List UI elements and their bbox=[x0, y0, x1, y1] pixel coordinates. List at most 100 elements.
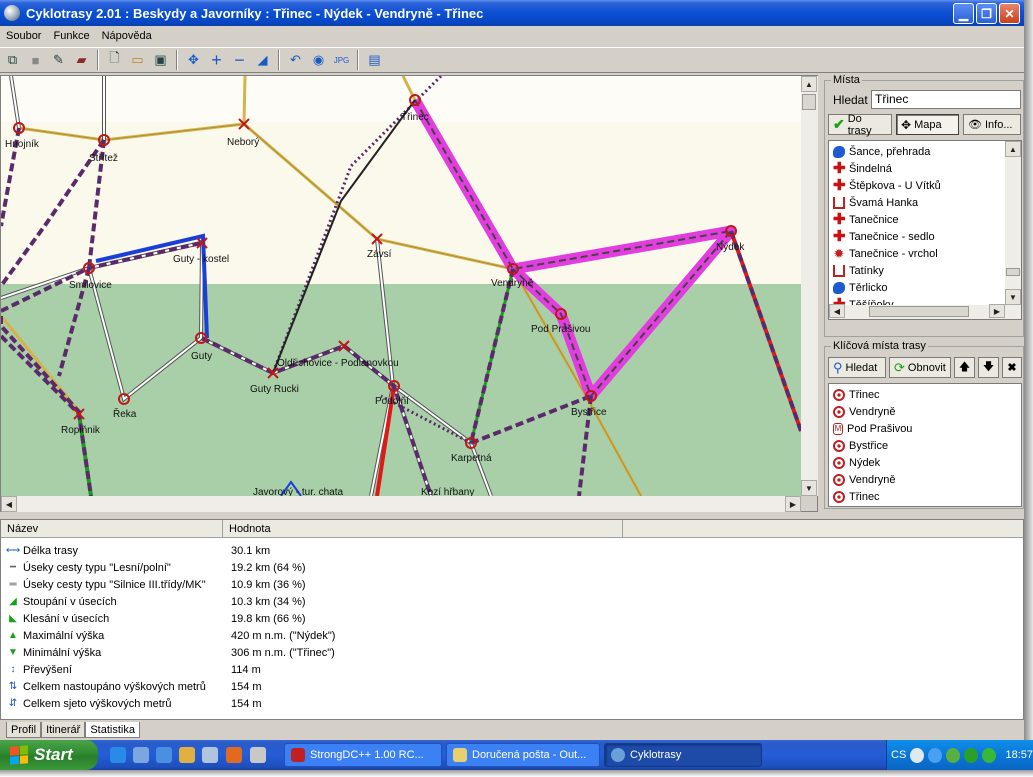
key-place-item[interactable]: Bystřice bbox=[829, 437, 1021, 454]
system-tray: CS 18:57 bbox=[886, 740, 1033, 770]
key-place-item[interactable]: Vendryně bbox=[829, 403, 1021, 420]
network-icon[interactable] bbox=[928, 747, 942, 763]
place-list-item[interactable]: ✚ Tanečnice bbox=[829, 211, 1005, 228]
table-row[interactable]: ↕ Převýšení 114 m bbox=[1, 661, 621, 678]
move-up-button[interactable]: 🡅 bbox=[954, 357, 975, 378]
scroll-up-icon[interactable]: ▲ bbox=[1005, 141, 1021, 157]
scroll-right-icon[interactable]: ▶ bbox=[989, 304, 1005, 318]
place-list-item[interactable]: Těrlicko bbox=[829, 279, 1005, 296]
scroll-down-icon[interactable]: ▼ bbox=[1005, 289, 1021, 305]
scroll-thumb[interactable] bbox=[802, 94, 816, 110]
zoom-in-icon[interactable]: + bbox=[206, 50, 227, 71]
table-row[interactable]: ⇅ Celkem nastoupáno výškových metrů 154 m bbox=[1, 678, 621, 695]
table-row[interactable]: ┅ Úseky cesty typu "Lesní/polní" 19.2 km (… bbox=[1, 559, 621, 576]
folder-icon[interactable] bbox=[179, 747, 195, 763]
copy-icon[interactable]: ⧉ bbox=[2, 50, 23, 71]
to-route-button[interactable]: ✔ Do trasy bbox=[828, 113, 892, 137]
table-row[interactable]: ⇵ Celkem sjeto výškových metrů 154 m bbox=[1, 695, 621, 712]
table-row[interactable]: ▲ Maximální výška 420 m n.m. ("Nýdek") bbox=[1, 627, 621, 644]
security-icon[interactable] bbox=[963, 747, 978, 763]
map-svg[interactable]: Hnojník Střítež Neborý Třinec Nýdek Guty… bbox=[1, 76, 801, 496]
scroll-thumb[interactable] bbox=[869, 306, 969, 317]
firefox-icon[interactable] bbox=[226, 747, 242, 763]
move-icon[interactable]: ✥ bbox=[183, 50, 204, 71]
scroll-left-icon[interactable]: ◀ bbox=[829, 304, 845, 318]
scroll-down-icon[interactable]: ▼ bbox=[801, 480, 817, 496]
table-row[interactable]: ◢ Stoupání v úsecích 10.3 km (34 %) bbox=[1, 593, 621, 610]
place-list-item[interactable]: ✚ Štěpkova - U Vítků bbox=[829, 177, 1005, 194]
key-place-item[interactable]: Nýdek bbox=[829, 454, 1021, 471]
task-strongdc-label: StrongDC++ 1.00 RC... bbox=[310, 749, 424, 761]
book-icon[interactable]: ▰ bbox=[71, 50, 92, 71]
key-place-item[interactable]: Vendryně bbox=[829, 471, 1021, 488]
minimize-button[interactable]: ▁ bbox=[953, 3, 974, 24]
help-book-icon[interactable]: ▤ bbox=[364, 50, 385, 71]
clover-icon[interactable] bbox=[981, 747, 996, 763]
save-icon[interactable]: ▣ bbox=[150, 50, 171, 71]
profile-icon[interactable]: ◢ bbox=[252, 50, 273, 71]
map-horizontal-scrollbar[interactable]: ◀ ▶ bbox=[1, 496, 801, 512]
scroll-right-icon[interactable]: ▶ bbox=[785, 496, 801, 512]
app-icon[interactable] bbox=[4, 5, 20, 21]
language-indicator[interactable]: CS bbox=[891, 749, 906, 761]
maximize-button[interactable]: ❐ bbox=[976, 3, 997, 24]
key-place-item[interactable]: Třinec bbox=[829, 488, 1021, 505]
mail-icon[interactable] bbox=[202, 747, 218, 763]
key-place-item[interactable]: Třinec bbox=[829, 386, 1021, 403]
task-strongdc[interactable]: StrongDC++ 1.00 RC... bbox=[284, 743, 442, 767]
media-player-icon[interactable] bbox=[133, 747, 149, 763]
place-search-input[interactable]: Třinec bbox=[871, 90, 1021, 109]
tab-itinerar[interactable]: Itinerář bbox=[41, 722, 86, 738]
pencil-icon[interactable]: ✎ bbox=[48, 50, 69, 71]
delete-button[interactable]: ✖ bbox=[1002, 357, 1022, 378]
tab-statistika[interactable]: Statistika bbox=[85, 722, 140, 738]
place-list-item[interactable]: ✹ Tanečnice - vrchol bbox=[829, 245, 1005, 262]
col-header-name[interactable]: Název bbox=[1, 520, 223, 538]
close-button[interactable]: ✕ bbox=[999, 3, 1020, 24]
tab-profil[interactable]: Profil bbox=[6, 722, 42, 738]
new-document-icon[interactable]: 🗋 bbox=[104, 50, 125, 71]
menu-soubor[interactable]: Soubor bbox=[6, 30, 41, 42]
task-outlook[interactable]: Doručená pošta - Out... bbox=[446, 743, 600, 767]
stat-value: 10.3 km (34 %) bbox=[231, 595, 306, 608]
key-places-list[interactable]: Třinec Vendryně M Pod Prašivou Bystřice Nýdek… bbox=[828, 383, 1022, 507]
place-list-item[interactable]: Švamá Hanka bbox=[829, 194, 1005, 211]
zoom-out-icon[interactable]: − bbox=[229, 50, 250, 71]
task-cyklotrasy[interactable]: Cyklotrasy bbox=[604, 743, 762, 767]
show-desktop-icon[interactable] bbox=[250, 747, 266, 763]
ascent-icon: ◢ bbox=[9, 596, 17, 607]
scroll-left-icon[interactable]: ◀ bbox=[1, 496, 17, 512]
menu-napoveda[interactable]: Nápověda bbox=[102, 30, 152, 42]
map-button[interactable]: ✥ Mapa bbox=[896, 114, 959, 135]
col-header-value[interactable]: Hodnota bbox=[223, 520, 623, 538]
table-row[interactable]: ◣ Klesání v úsecích 19.8 km (66 %) bbox=[1, 610, 621, 627]
undo-icon[interactable]: ↶ bbox=[285, 50, 306, 71]
ie-icon[interactable] bbox=[110, 747, 126, 763]
place-list-item[interactable]: Šance, přehrada bbox=[829, 143, 1005, 160]
map-canvas[interactable]: Hnojník Střítež Neborý Třinec Nýdek Guty… bbox=[1, 76, 801, 496]
record-icon[interactable]: ◉ bbox=[308, 50, 329, 71]
table-row[interactable]: ⟷ Délka trasy 30.1 km bbox=[1, 542, 621, 559]
scroll-up-icon[interactable]: ▲ bbox=[801, 76, 817, 92]
menu-funkce[interactable]: Funkce bbox=[53, 30, 89, 42]
start-button[interactable]: Start bbox=[0, 740, 98, 770]
move-down-button[interactable]: 🡇 bbox=[978, 357, 999, 378]
outlook-icon[interactable] bbox=[156, 747, 172, 763]
place-list-item[interactable]: Tatínky bbox=[829, 262, 1005, 279]
places-list[interactable]: Šance, přehrada ✚ Šindelná ✚ Štěpkova - U Ví… bbox=[828, 140, 1022, 320]
key-place-item[interactable]: M Pod Prašivou bbox=[829, 420, 1021, 437]
place-list-item[interactable]: ✚ Tanečnice - sedlo bbox=[829, 228, 1005, 245]
export-jpeg-icon[interactable]: JPG bbox=[331, 50, 352, 71]
scroll-thumb[interactable] bbox=[1006, 268, 1020, 276]
users-icon[interactable] bbox=[945, 747, 960, 763]
table-row[interactable]: ═ Úseky cesty typu "Silnice III.třídy/MK"… bbox=[1, 576, 621, 593]
map-vertical-scrollbar[interactable]: ▲ ▼ bbox=[801, 76, 818, 496]
info-button[interactable]: 👁 Info... bbox=[963, 114, 1021, 135]
place-list-item[interactable]: ✚ Šindelná bbox=[829, 160, 1005, 177]
stop-icon[interactable]: ■ bbox=[25, 50, 46, 71]
key-search-button[interactable]: ⚲ Hledat bbox=[828, 357, 886, 378]
refresh-button[interactable]: ⟳ Obnovit bbox=[889, 357, 951, 378]
table-row[interactable]: ▼ Minimální výška 306 m n.m. ("Třinec") bbox=[1, 644, 621, 661]
open-folder-icon[interactable]: ▭ bbox=[127, 50, 148, 71]
tray-arrow-icon[interactable] bbox=[910, 747, 925, 763]
